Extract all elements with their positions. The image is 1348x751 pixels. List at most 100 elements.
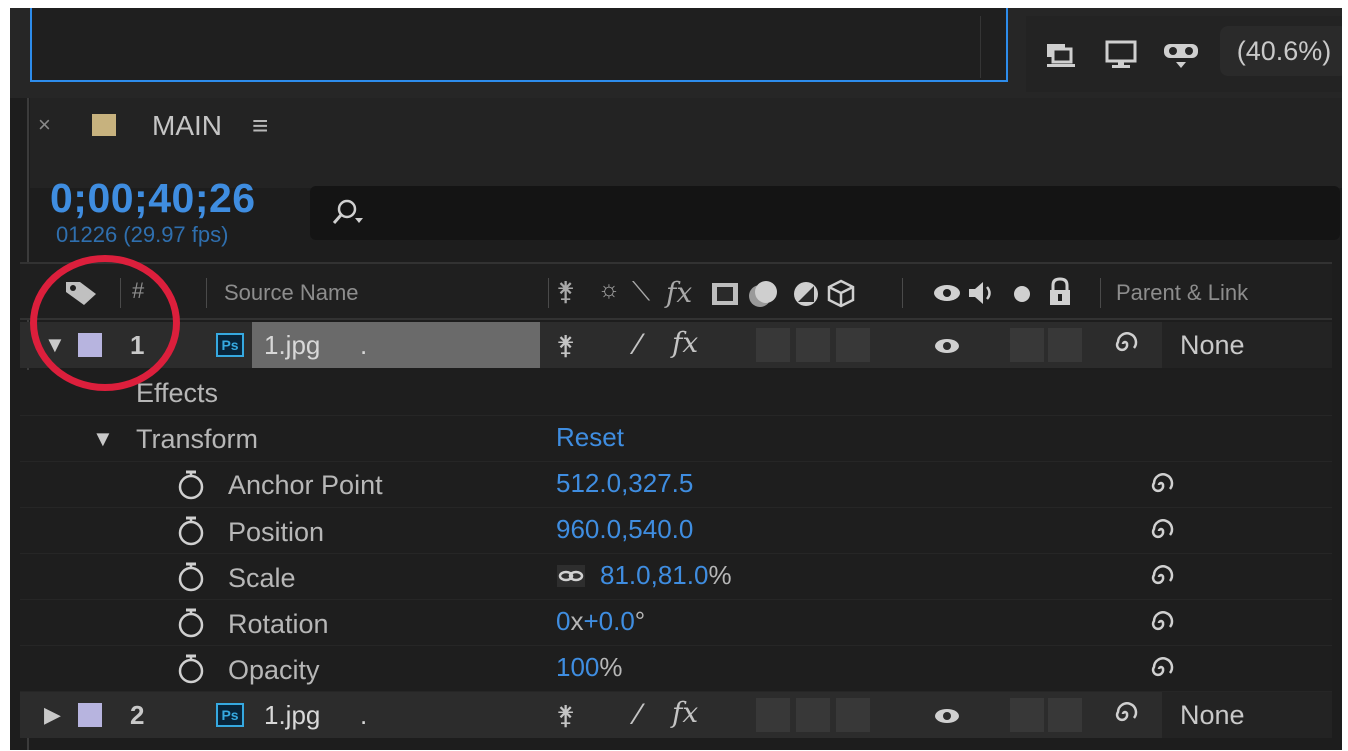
transform-group-row[interactable]: ▼ Transform Reset: [20, 416, 1332, 462]
lock-icon[interactable]: [1046, 276, 1074, 308]
3d-switch[interactable]: [836, 328, 870, 362]
adjustment-layer-icon[interactable]: [792, 280, 820, 308]
collapsed-triangle-icon[interactable]: ▶: [44, 702, 61, 728]
transform-expand-triangle-icon[interactable]: ▼: [92, 426, 114, 452]
layer-row-1[interactable]: ▼ 1 Ps 1.jpg . ⚵ ⁄ fx None: [20, 322, 1332, 368]
pickwhip-icon[interactable]: [1146, 562, 1176, 592]
transform-reset-link[interactable]: Reset: [556, 422, 624, 453]
solo-dot-icon[interactable]: [1012, 284, 1032, 304]
3d-layer-icon[interactable]: [826, 278, 856, 308]
column-divider: [1100, 278, 1101, 308]
lock-switch[interactable]: [1048, 328, 1082, 362]
close-tab-icon[interactable]: ×: [38, 112, 51, 138]
motion-blur-switch[interactable]: [796, 328, 830, 362]
property-label: Anchor Point: [228, 470, 383, 500]
pickwhip-icon[interactable]: [1110, 329, 1140, 359]
property-value[interactable]: 0x+0.0°: [556, 606, 645, 637]
shy-icon[interactable]: ⚵: [556, 276, 575, 307]
solo-switch[interactable]: [1010, 328, 1044, 362]
property-label: Scale: [228, 563, 296, 593]
motion-blur-switch[interactable]: [796, 698, 830, 732]
effects-group-label[interactable]: Effects: [136, 378, 218, 409]
column-divider: [548, 278, 549, 308]
column-divider: [206, 278, 207, 308]
effects-group-row[interactable]: Effects: [20, 370, 1332, 416]
stopwatch-icon[interactable]: [176, 653, 206, 685]
constrain-proportions-link-icon[interactable]: [556, 564, 586, 588]
collapse-transform-icon[interactable]: ☼: [598, 276, 620, 304]
frame-blend-switch[interactable]: [756, 698, 790, 732]
pickwhip-icon[interactable]: [1146, 516, 1176, 546]
column-source-name[interactable]: Source Name: [224, 280, 359, 306]
quality-switch-icon[interactable]: ⁄: [636, 698, 641, 732]
pickwhip-icon[interactable]: [1146, 608, 1176, 638]
highlight-circle-annotation: [30, 255, 180, 391]
layer-label-swatch[interactable]: [78, 703, 102, 727]
viewer-divider: [980, 16, 981, 78]
layer-name-suffix: .: [360, 330, 368, 360]
layer-name[interactable]: 1.jpg: [264, 330, 320, 361]
transform-group-label[interactable]: Transform: [136, 424, 258, 455]
snapshot-icon[interactable]: [1044, 40, 1078, 70]
layer-column-header: # Source Name ⚵ ☼ ⟍ fx Parent & Link: [20, 262, 1332, 320]
frame-blending-icon[interactable]: [710, 280, 740, 308]
effects-switch-icon[interactable]: fx: [672, 696, 698, 729]
motion-blur-icon[interactable]: [746, 278, 782, 310]
property-label: Position: [228, 517, 325, 547]
stopwatch-icon[interactable]: [176, 469, 206, 501]
property-unit: %: [708, 560, 732, 590]
vr-goggles-icon[interactable]: [1162, 40, 1206, 70]
audio-speaker-icon[interactable]: [966, 278, 996, 308]
tab-comp-name[interactable]: MAIN: [152, 110, 222, 142]
stopwatch-icon[interactable]: [176, 515, 206, 547]
property-row-anchor-point: Anchor Point 512.0,327.5: [20, 462, 1332, 508]
property-label: Rotation: [228, 609, 329, 639]
property-value[interactable]: 512.0,327.5: [556, 468, 693, 499]
layer-row-2[interactable]: ▶ 2 Ps 1.jpg . ⚵ ⁄ fx None: [20, 692, 1332, 738]
panel-menu-icon[interactable]: ≡: [252, 110, 268, 142]
property-row-position: Position 960.0,540.0: [20, 508, 1332, 554]
zoom-level-dropdown[interactable]: (40.6%): [1220, 26, 1342, 76]
property-label: Opacity: [228, 655, 320, 685]
quality-icon[interactable]: ⟍: [632, 276, 650, 308]
property-unit: x: [570, 606, 584, 636]
effects-fx-icon[interactable]: fx: [666, 276, 692, 309]
current-time-display[interactable]: 0;00;40;26: [50, 175, 256, 222]
layer-number: 2: [130, 700, 145, 730]
property-row-rotation: Rotation 0x+0.0°: [20, 600, 1332, 646]
stopwatch-icon[interactable]: [176, 561, 206, 593]
visibility-eye-icon[interactable]: [932, 336, 962, 356]
pickwhip-icon[interactable]: [1146, 654, 1176, 684]
shy-switch-icon[interactable]: ⚵: [556, 330, 575, 361]
pickwhip-icon[interactable]: [1146, 470, 1176, 500]
parent-dropdown[interactable]: None: [1162, 322, 1332, 368]
visibility-eye-icon[interactable]: [932, 706, 962, 726]
lock-switch[interactable]: [1048, 698, 1082, 732]
shy-switch-icon[interactable]: ⚵: [556, 700, 575, 731]
column-parent-link[interactable]: Parent & Link: [1116, 280, 1248, 306]
property-value[interactable]: 100%: [556, 652, 623, 683]
stopwatch-icon[interactable]: [176, 607, 206, 639]
property-value[interactable]: 81.0,81.0%: [600, 560, 732, 591]
3d-switch[interactable]: [836, 698, 870, 732]
pickwhip-icon[interactable]: [1110, 699, 1140, 729]
search-icon: [332, 199, 363, 224]
property-row-scale: Scale 81.0,81.0%: [20, 554, 1332, 600]
column-divider: [902, 278, 903, 308]
layer-search-input[interactable]: [310, 186, 1340, 240]
property-value[interactable]: 960.0,540.0: [556, 514, 693, 545]
composition-viewer-area: (40.6%): [10, 8, 1342, 98]
frame-blend-switch[interactable]: [756, 328, 790, 362]
solo-switch[interactable]: [1010, 698, 1044, 732]
property-row-opacity: Opacity 100%: [20, 646, 1332, 692]
quality-switch-icon[interactable]: ⁄: [636, 328, 641, 362]
comp-color-swatch: [92, 114, 116, 136]
layer-name[interactable]: 1.jpg: [264, 700, 320, 731]
parent-dropdown[interactable]: None: [1162, 692, 1332, 738]
frame-count-display: 01226 (29.97 fps): [56, 222, 229, 247]
display-monitor-icon[interactable]: [1104, 40, 1138, 70]
composition-viewer[interactable]: [30, 8, 1008, 82]
effects-switch-icon[interactable]: fx: [672, 326, 698, 359]
property-unit: °: [634, 606, 646, 636]
video-eye-icon[interactable]: [932, 282, 962, 304]
